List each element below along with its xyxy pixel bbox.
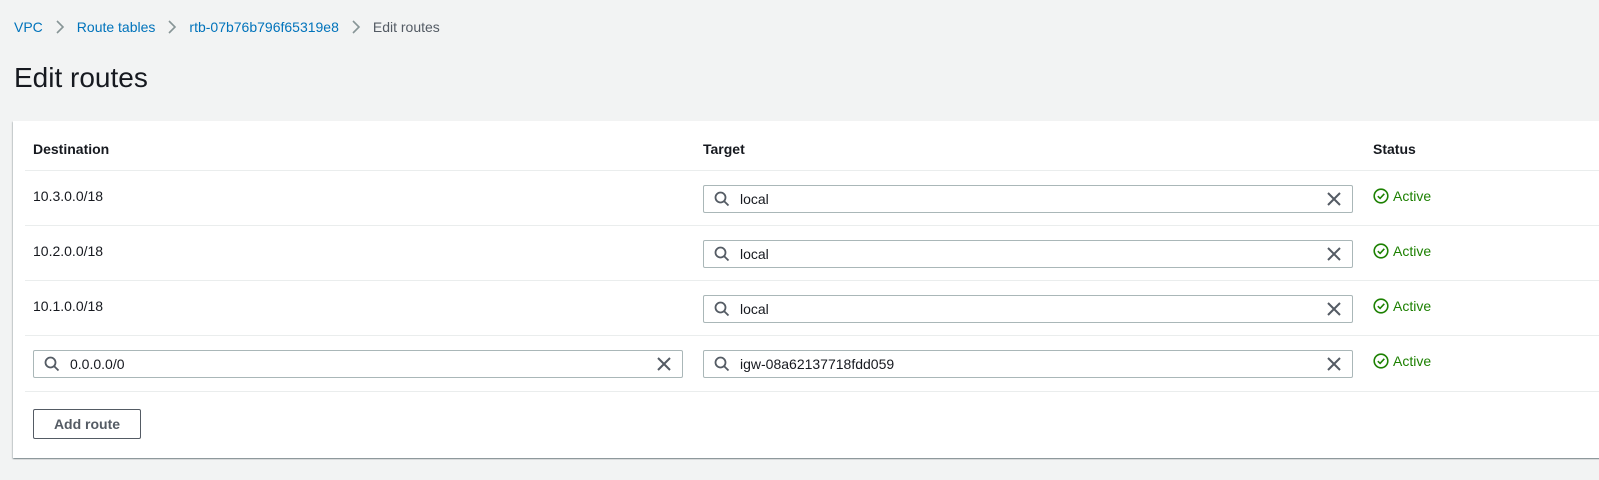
breadcrumb-current: Edit routes bbox=[372, 19, 440, 35]
page-title: Edit routes bbox=[14, 62, 148, 93]
chevron-right-icon bbox=[155, 20, 189, 34]
table-row: 10.1.0.0/18 local Active bbox=[25, 280, 1599, 336]
target-input[interactable]: local bbox=[703, 240, 1353, 268]
search-icon bbox=[714, 301, 730, 317]
destination-input[interactable]: 0.0.0.0/0 bbox=[33, 350, 683, 378]
destination-text: 10.3.0.0/18 bbox=[33, 188, 104, 204]
column-header-status: Status bbox=[1373, 141, 1416, 157]
target-input[interactable]: local bbox=[703, 295, 1353, 323]
status-badge: Active bbox=[1373, 243, 1431, 259]
add-route-button[interactable]: Add route bbox=[33, 409, 141, 439]
close-icon[interactable] bbox=[1326, 191, 1342, 207]
table-row: 10.3.0.0/18 local Active bbox=[25, 170, 1599, 226]
close-icon[interactable] bbox=[1326, 301, 1342, 317]
destination-value: 0.0.0.0/0 bbox=[70, 356, 125, 372]
status-text: Active bbox=[1393, 188, 1432, 204]
chevron-right-icon bbox=[43, 20, 77, 34]
close-icon[interactable] bbox=[656, 356, 672, 372]
search-icon bbox=[44, 356, 60, 372]
status-badge: Active bbox=[1373, 353, 1431, 369]
target-input[interactable]: local bbox=[703, 185, 1353, 213]
check-circle-icon bbox=[1373, 353, 1389, 369]
status-text: Active bbox=[1393, 243, 1432, 259]
column-header-target: Target bbox=[703, 141, 745, 157]
column-header-destination: Destination bbox=[33, 141, 110, 157]
target-value: local bbox=[740, 246, 769, 262]
target-value: local bbox=[740, 191, 769, 207]
close-icon[interactable] bbox=[1326, 356, 1342, 372]
breadcrumb: VPC Route tables rtb-07b76b796f65319e8 E… bbox=[14, 17, 440, 37]
table-row: 0.0.0.0/0 igw-08a62137718fdd059 Active bbox=[25, 335, 1599, 392]
routes-panel: Destination Target Status 10.3.0.0/18 lo… bbox=[13, 121, 1599, 458]
check-circle-icon bbox=[1373, 298, 1389, 314]
table-row: 10.2.0.0/18 local Active bbox=[25, 225, 1599, 281]
close-icon[interactable] bbox=[1326, 246, 1342, 262]
target-value: local bbox=[740, 301, 769, 317]
chevron-right-icon bbox=[339, 20, 373, 34]
search-icon bbox=[714, 246, 730, 262]
status-badge: Active bbox=[1373, 188, 1431, 204]
destination-text: 10.1.0.0/18 bbox=[33, 298, 104, 314]
search-icon bbox=[714, 356, 730, 372]
destination-text: 10.2.0.0/18 bbox=[33, 243, 104, 259]
breadcrumb-route-table-id-link[interactable]: rtb-07b76b796f65319e8 bbox=[189, 19, 338, 35]
status-text: Active bbox=[1393, 298, 1432, 314]
target-input[interactable]: igw-08a62137718fdd059 bbox=[703, 350, 1353, 378]
status-text: Active bbox=[1393, 353, 1432, 369]
breadcrumb-route-tables-link[interactable]: Route tables bbox=[77, 19, 156, 35]
breadcrumb-vpc-link[interactable]: VPC bbox=[14, 19, 43, 35]
target-value: igw-08a62137718fdd059 bbox=[740, 356, 895, 372]
status-badge: Active bbox=[1373, 298, 1431, 314]
check-circle-icon bbox=[1373, 188, 1389, 204]
search-icon bbox=[714, 191, 730, 207]
check-circle-icon bbox=[1373, 243, 1389, 259]
